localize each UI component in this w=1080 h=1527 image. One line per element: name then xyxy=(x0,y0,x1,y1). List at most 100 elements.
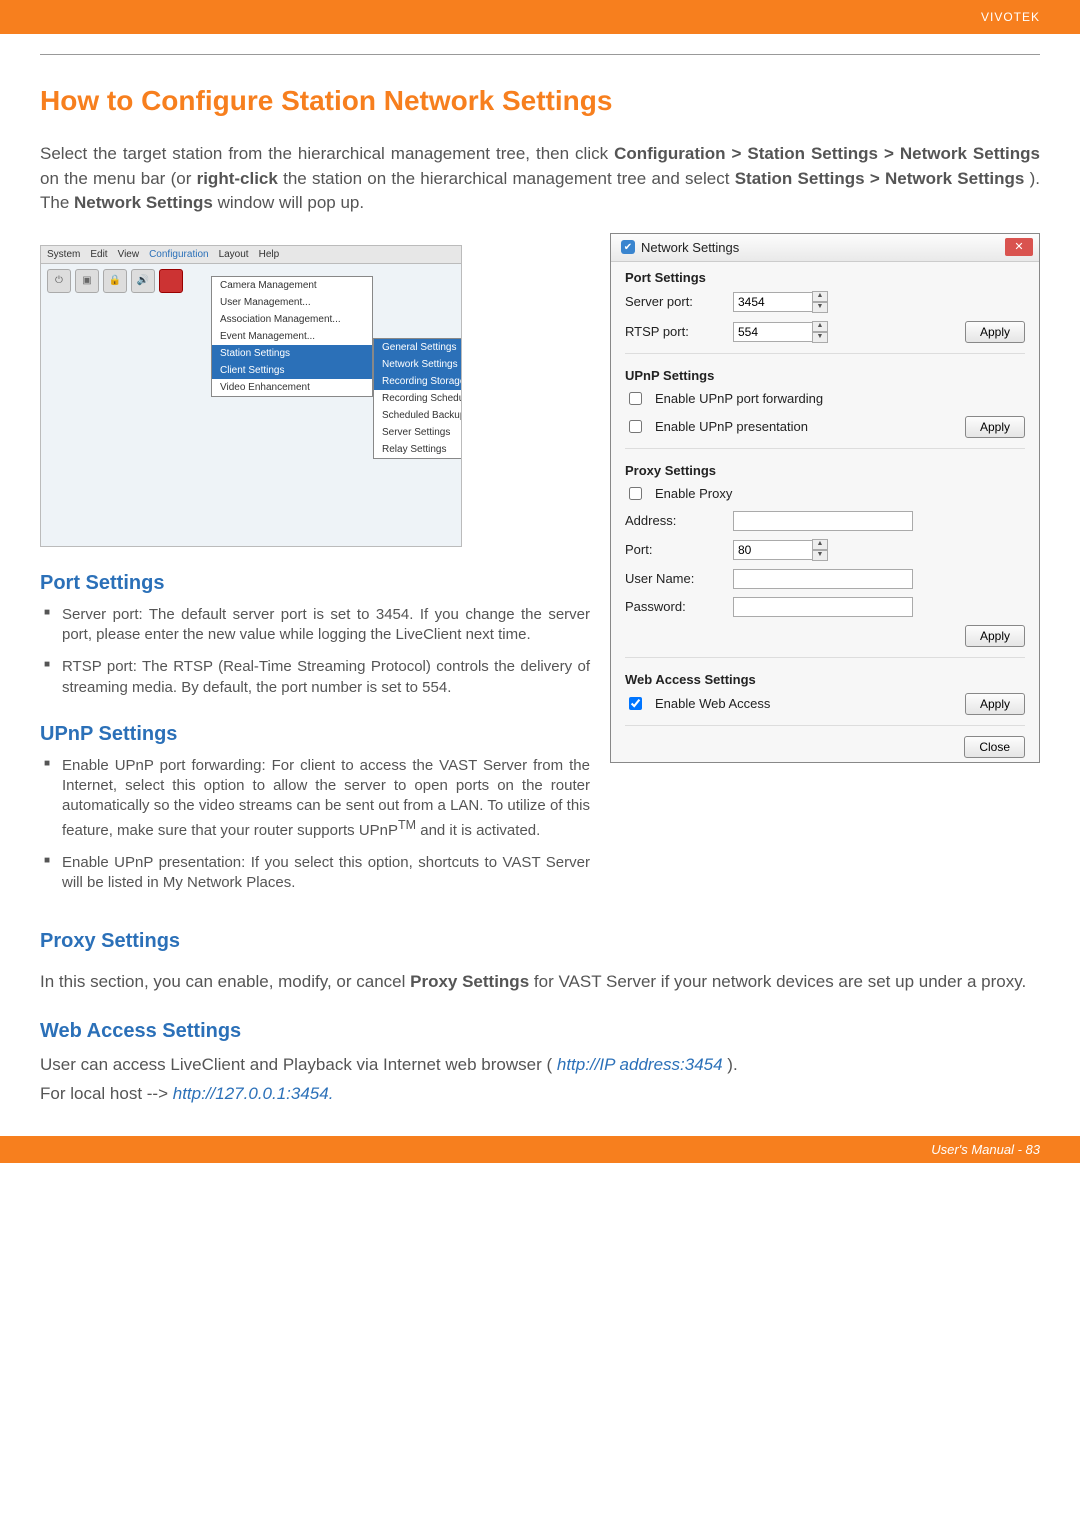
chevron-down-icon[interactable]: ▼ xyxy=(812,550,828,561)
menu-client-settings[interactable]: Client Settings xyxy=(212,362,372,379)
intro-mid1: on the menu bar (or xyxy=(40,169,197,188)
sound-icon[interactable]: 🔊 xyxy=(131,269,155,293)
submenu-relay[interactable]: Relay Settings xyxy=(374,441,462,458)
rtsp-port-label: RTSP port: xyxy=(625,324,725,339)
submenu-recording-storage[interactable]: Recording Storage Settings xyxy=(374,373,462,390)
web1-link: http://IP address:3454 xyxy=(557,1055,723,1074)
menu-configuration[interactable]: Configuration xyxy=(149,249,208,260)
menu-camera-management[interactable]: Camera Management xyxy=(212,277,372,294)
menu-view[interactable]: View xyxy=(118,249,140,260)
proxy-settings-heading: Proxy Settings xyxy=(40,930,1040,953)
upnp-presentation-checkbox[interactable] xyxy=(629,420,642,433)
menu-video-enhancement[interactable]: Video Enhancement xyxy=(212,379,372,396)
dialog-title: Network Settings xyxy=(641,240,739,255)
menu-station-settings[interactable]: Station Settings xyxy=(212,345,372,362)
proxy-pass-input[interactable] xyxy=(733,597,913,617)
server-port-input[interactable] xyxy=(733,292,813,312)
proxy-text-bold: Proxy Settings xyxy=(410,972,529,991)
upnp-bullet-2: Enable UPnP presentation: If you select … xyxy=(40,853,590,894)
dialog-web-head: Web Access Settings xyxy=(611,664,1039,689)
upnp-bullet-1: Enable UPnP port forwarding: For client … xyxy=(40,756,590,841)
intro-text: Select the target station from the hiera… xyxy=(40,144,614,163)
menu-user-management[interactable]: User Management... xyxy=(212,294,372,311)
intro-path2: Station Settings > Network Settings xyxy=(735,169,1025,188)
footer-text: User's Manual - 83 xyxy=(931,1142,1040,1157)
intro-suffix: window will pop up. xyxy=(218,193,364,212)
upnp-forwarding-label: Enable UPnP port forwarding xyxy=(655,391,823,406)
chevron-down-icon[interactable]: ▼ xyxy=(812,302,828,313)
intro-mid2: the station on the hierarchical manageme… xyxy=(283,169,735,188)
proxy-address-input[interactable] xyxy=(733,511,913,531)
server-port-label: Server port: xyxy=(625,294,725,309)
proxy-address-label: Address: xyxy=(625,513,725,528)
enable-web-access-checkbox[interactable] xyxy=(629,697,642,710)
menu-event-management[interactable]: Event Management... xyxy=(212,328,372,345)
header-bar: VIVOTEK xyxy=(0,0,1080,34)
proxy-text-post: for VAST Server if your network devices … xyxy=(534,972,1026,991)
proxy-port-label: Port: xyxy=(625,542,725,557)
upnp-tm: TM xyxy=(398,818,416,832)
lock-icon[interactable]: 🔒 xyxy=(103,269,127,293)
server-port-spinner[interactable]: ▲▼ xyxy=(812,291,828,313)
web2-pre: For local host --> xyxy=(40,1084,173,1103)
station-settings-submenu: General Settings Network Settings Record… xyxy=(373,338,462,459)
close-button[interactable]: Close xyxy=(964,736,1025,758)
submenu-general[interactable]: General Settings xyxy=(374,339,462,356)
port-settings-heading: Port Settings xyxy=(40,572,590,595)
check-icon: ✔ xyxy=(621,240,635,254)
network-settings-dialog: ✔ Network Settings ✕ Port Settings Serve… xyxy=(610,233,1040,763)
menu-screenshot-1: System Edit View Configuration Layout He… xyxy=(40,245,462,547)
proxy-text-pre: In this section, you can enable, modify,… xyxy=(40,972,410,991)
menu-association-management[interactable]: Association Management... xyxy=(212,311,372,328)
intro-rightclick: right-click xyxy=(197,169,278,188)
page-title: How to Configure Station Network Setting… xyxy=(40,85,1040,117)
web1-post: ). xyxy=(727,1055,737,1074)
rtsp-port-spinner[interactable]: ▲▼ xyxy=(812,321,828,343)
web-access-heading: Web Access Settings xyxy=(40,1020,1040,1043)
proxy-user-input[interactable] xyxy=(733,569,913,589)
apply-web-button[interactable]: Apply xyxy=(965,693,1025,715)
menu-system[interactable]: System xyxy=(47,249,80,260)
submenu-scheduled-backup[interactable]: Scheduled Backup Settings xyxy=(374,407,462,424)
power-icon[interactable]: ⏻ xyxy=(47,269,71,293)
proxy-port-input[interactable] xyxy=(733,540,813,560)
upnp-presentation-label: Enable UPnP presentation xyxy=(655,419,808,434)
enable-proxy-label: Enable Proxy xyxy=(655,486,732,501)
header-divider xyxy=(40,54,1040,55)
rtsp-port-input[interactable] xyxy=(733,322,813,342)
enable-web-access-label: Enable Web Access xyxy=(655,696,770,711)
proxy-port-spinner[interactable]: ▲▼ xyxy=(812,539,828,561)
intro-network-settings: Network Settings xyxy=(74,193,213,212)
web2-link: http://127.0.0.1:3454. xyxy=(173,1084,334,1103)
web1-pre: User can access LiveClient and Playback … xyxy=(40,1055,552,1074)
dialog-titlebar: ✔ Network Settings ✕ xyxy=(611,234,1039,262)
menu-help[interactable]: Help xyxy=(259,249,280,260)
menubar: System Edit View Configuration Layout He… xyxy=(41,246,461,264)
apply-proxy-button[interactable]: Apply xyxy=(965,625,1025,647)
close-icon[interactable]: ✕ xyxy=(1005,238,1033,256)
screen-icon[interactable]: ▣ xyxy=(75,269,99,293)
submenu-network[interactable]: Network Settings xyxy=(374,356,462,373)
apply-port-button[interactable]: Apply xyxy=(965,321,1025,343)
chevron-up-icon[interactable]: ▲ xyxy=(812,539,828,550)
proxy-paragraph: In this section, you can enable, modify,… xyxy=(40,970,1040,995)
menu-layout[interactable]: Layout xyxy=(219,249,249,260)
submenu-recording-schedule[interactable]: Recording Schedule Settings xyxy=(374,390,462,407)
port-bullet-2: RTSP port: The RTSP (Real-Time Streaming… xyxy=(40,657,590,698)
menu-edit[interactable]: Edit xyxy=(90,249,107,260)
apply-upnp-button[interactable]: Apply xyxy=(965,416,1025,438)
chevron-up-icon[interactable]: ▲ xyxy=(812,321,828,332)
submenu-server[interactable]: Server Settings xyxy=(374,424,462,441)
dialog-upnp-head: UPnP Settings xyxy=(611,360,1039,385)
configuration-dropdown: Camera Management User Management... Ass… xyxy=(211,276,373,397)
web-access-line1: User can access LiveClient and Playback … xyxy=(40,1053,1040,1078)
upnp-forwarding-checkbox[interactable] xyxy=(629,392,642,405)
enable-proxy-checkbox[interactable] xyxy=(629,487,642,500)
chevron-down-icon[interactable]: ▼ xyxy=(812,332,828,343)
footer: User's Manual - 83 xyxy=(0,1136,1080,1163)
intro-paragraph: Select the target station from the hiera… xyxy=(40,142,1040,216)
dialog-port-head: Port Settings xyxy=(611,262,1039,287)
chevron-up-icon[interactable]: ▲ xyxy=(812,291,828,302)
rec-icon[interactable] xyxy=(159,269,183,293)
upnp-settings-heading: UPnP Settings xyxy=(40,723,590,746)
